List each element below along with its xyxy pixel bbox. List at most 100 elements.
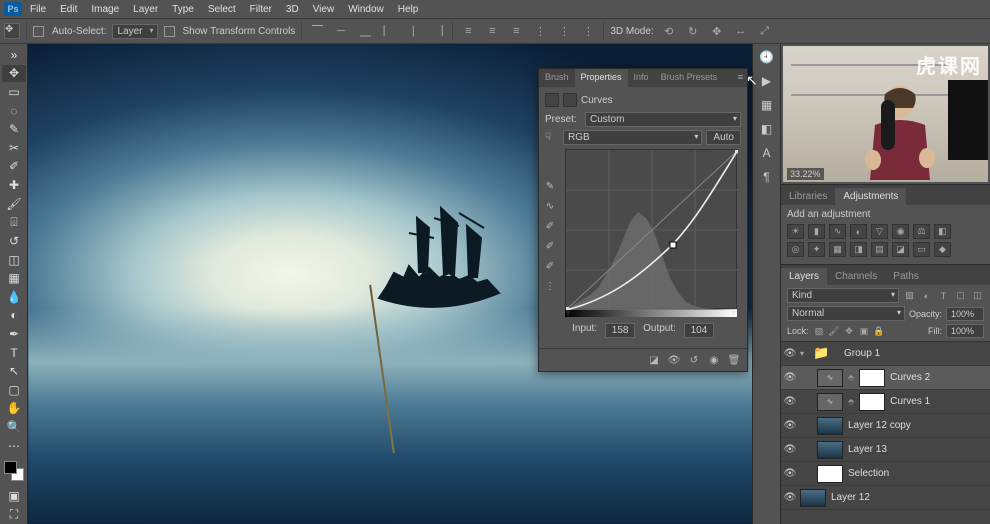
navigator-preview[interactable]: 虎课网 33.22%	[783, 46, 988, 182]
menu-file[interactable]: File	[24, 2, 52, 17]
eraser-tool[interactable]: ◫	[2, 251, 26, 269]
distribute-bottom-icon[interactable]: ≡	[507, 23, 525, 39]
gradientmap-icon[interactable]: ▭	[913, 242, 930, 257]
distribute-right-icon[interactable]: ⋮	[579, 23, 597, 39]
visibility-icon[interactable]: 👁	[783, 492, 797, 503]
fill-input[interactable]: 100%	[946, 324, 984, 338]
edit-toolbar-icon[interactable]: ⋯	[2, 437, 26, 455]
filter-pixel-icon[interactable]: ▧	[903, 289, 916, 302]
tab-channels[interactable]: Channels	[827, 268, 885, 285]
mask-thumb[interactable]	[859, 393, 885, 411]
3d-orbit-icon[interactable]: ⟲	[660, 23, 678, 39]
filter-type-icon[interactable]: T	[937, 289, 950, 302]
channel-dropdown[interactable]: RGB	[563, 130, 702, 145]
mask-thumb[interactable]	[859, 369, 885, 387]
path-tool[interactable]: ↖	[2, 362, 26, 380]
align-left-icon[interactable]: ⎸	[380, 23, 398, 39]
threshold-icon[interactable]: ◪	[892, 242, 909, 257]
visibility-icon[interactable]: 👁	[783, 348, 797, 359]
align-hcenter-icon[interactable]: |	[404, 23, 422, 39]
lock-transparent-icon[interactable]: ▨	[813, 325, 826, 338]
quick-mask-icon[interactable]: ▣	[2, 487, 26, 505]
show-transform-checkbox[interactable]	[164, 26, 175, 37]
layer-thumb[interactable]	[817, 441, 843, 459]
layer-name[interactable]: Layer 12 copy	[848, 420, 911, 431]
eyedrop-black-icon[interactable]: ✐	[543, 219, 557, 233]
layer-thumb[interactable]	[800, 489, 826, 507]
filter-smart-icon[interactable]: ◫	[971, 289, 984, 302]
layer-name[interactable]: Layer 12	[831, 492, 870, 503]
menu-image[interactable]: Image	[85, 2, 125, 17]
curves-icon[interactable]: ∿	[829, 224, 846, 239]
menu-help[interactable]: Help	[392, 2, 425, 17]
tab-brush[interactable]: Brush	[539, 69, 575, 87]
layer-row[interactable]: 👁 Layer 13	[781, 438, 990, 462]
shape-tool[interactable]: ▢	[2, 381, 26, 399]
3d-roll-icon[interactable]: ↻	[684, 23, 702, 39]
auto-button[interactable]: Auto	[706, 130, 741, 145]
layer-name[interactable]: Layer 13	[848, 444, 887, 455]
tab-paths[interactable]: Paths	[885, 268, 927, 285]
twirl-icon[interactable]: ▾	[800, 349, 810, 358]
tab-libraries[interactable]: Libraries	[781, 188, 835, 205]
pen-tool[interactable]: ✒	[2, 325, 26, 343]
lock-all-icon[interactable]: 🔒	[873, 325, 886, 338]
lock-position-icon[interactable]: ✥	[843, 325, 856, 338]
layer-row[interactable]: 👁 Layer 12 copy	[781, 414, 990, 438]
layer-name[interactable]: Selection	[848, 468, 889, 479]
tab-brush-presets[interactable]: Brush Presets	[655, 69, 724, 87]
color-panel-icon[interactable]: ◧	[758, 120, 776, 138]
stamp-tool[interactable]: ⌹	[2, 213, 26, 231]
brush-tool[interactable]: 🖌	[2, 195, 26, 213]
posterize-icon[interactable]: ▤	[871, 242, 888, 257]
layer-thumb[interactable]	[817, 465, 843, 483]
photofilter-icon[interactable]: ◎	[787, 242, 804, 257]
layer-row[interactable]: 👁 ∿ ⬘ Curves 2	[781, 366, 990, 390]
screen-mode-icon[interactable]: ⛶	[2, 506, 26, 524]
filter-shape-icon[interactable]: ▢	[954, 289, 967, 302]
paragraph-panel-icon[interactable]: ¶	[758, 168, 776, 186]
eyedrop-white-icon[interactable]: ✐	[543, 259, 557, 273]
targeted-adjust-icon[interactable]: ☟	[545, 132, 559, 143]
view-previous-icon[interactable]: 👁	[667, 353, 681, 367]
exposure-icon[interactable]: ◐	[850, 224, 867, 239]
tab-info[interactable]: Info	[628, 69, 655, 87]
selectivecolor-icon[interactable]: ◆	[934, 242, 951, 257]
filter-adjust-icon[interactable]: ◐	[920, 289, 933, 302]
align-right-icon[interactable]: ⎹	[428, 23, 446, 39]
move-tool[interactable]: ✥	[2, 65, 26, 83]
swatches-panel-icon[interactable]: ▦	[758, 96, 776, 114]
type-tool[interactable]: T	[2, 344, 26, 362]
menu-3d[interactable]: 3D	[280, 2, 305, 17]
distribute-hcenter-icon[interactable]: ⋮	[555, 23, 573, 39]
menu-select[interactable]: Select	[202, 2, 242, 17]
vibrance-icon[interactable]: ▽	[871, 224, 888, 239]
distribute-vcenter-icon[interactable]: ≡	[483, 23, 501, 39]
quick-select-tool[interactable]: ✎	[2, 120, 26, 138]
history-panel-icon[interactable]: 🕘	[758, 48, 776, 66]
output-value[interactable]: 104	[684, 323, 714, 338]
preset-dropdown[interactable]: Custom	[585, 112, 741, 127]
reset-icon[interactable]: ↺	[687, 353, 701, 367]
layer-name[interactable]: Group 1	[844, 348, 880, 359]
3d-slide-icon[interactable]: ↔	[732, 23, 750, 39]
levels-icon[interactable]: ▮	[808, 224, 825, 239]
clip-to-layer-icon[interactable]: ◪	[647, 353, 661, 367]
layer-row[interactable]: 👁 Layer 12	[781, 486, 990, 510]
layer-name[interactable]: Curves 2	[890, 372, 930, 383]
menu-filter[interactable]: Filter	[244, 2, 278, 17]
auto-select-target-dropdown[interactable]: Layer	[112, 24, 157, 39]
lock-artboard-icon[interactable]: ▣	[858, 325, 871, 338]
distribute-left-icon[interactable]: ⋮	[531, 23, 549, 39]
dodge-tool[interactable]: ◐	[2, 307, 26, 325]
visibility-icon[interactable]: 👁	[783, 372, 797, 383]
panel-menu-icon[interactable]: ≡	[738, 72, 743, 82]
layer-name[interactable]: Curves 1	[890, 396, 930, 407]
menu-view[interactable]: View	[307, 2, 341, 17]
lock-image-icon[interactable]: 🖌	[828, 325, 841, 338]
edit-points-icon[interactable]: ⋮	[543, 279, 557, 293]
layer-filter-kind-dropdown[interactable]: Kind	[787, 288, 899, 303]
zoom-level[interactable]: 33.22%	[787, 168, 824, 180]
healing-tool[interactable]: ✚	[2, 176, 26, 194]
visibility-icon[interactable]: 👁	[783, 444, 797, 455]
